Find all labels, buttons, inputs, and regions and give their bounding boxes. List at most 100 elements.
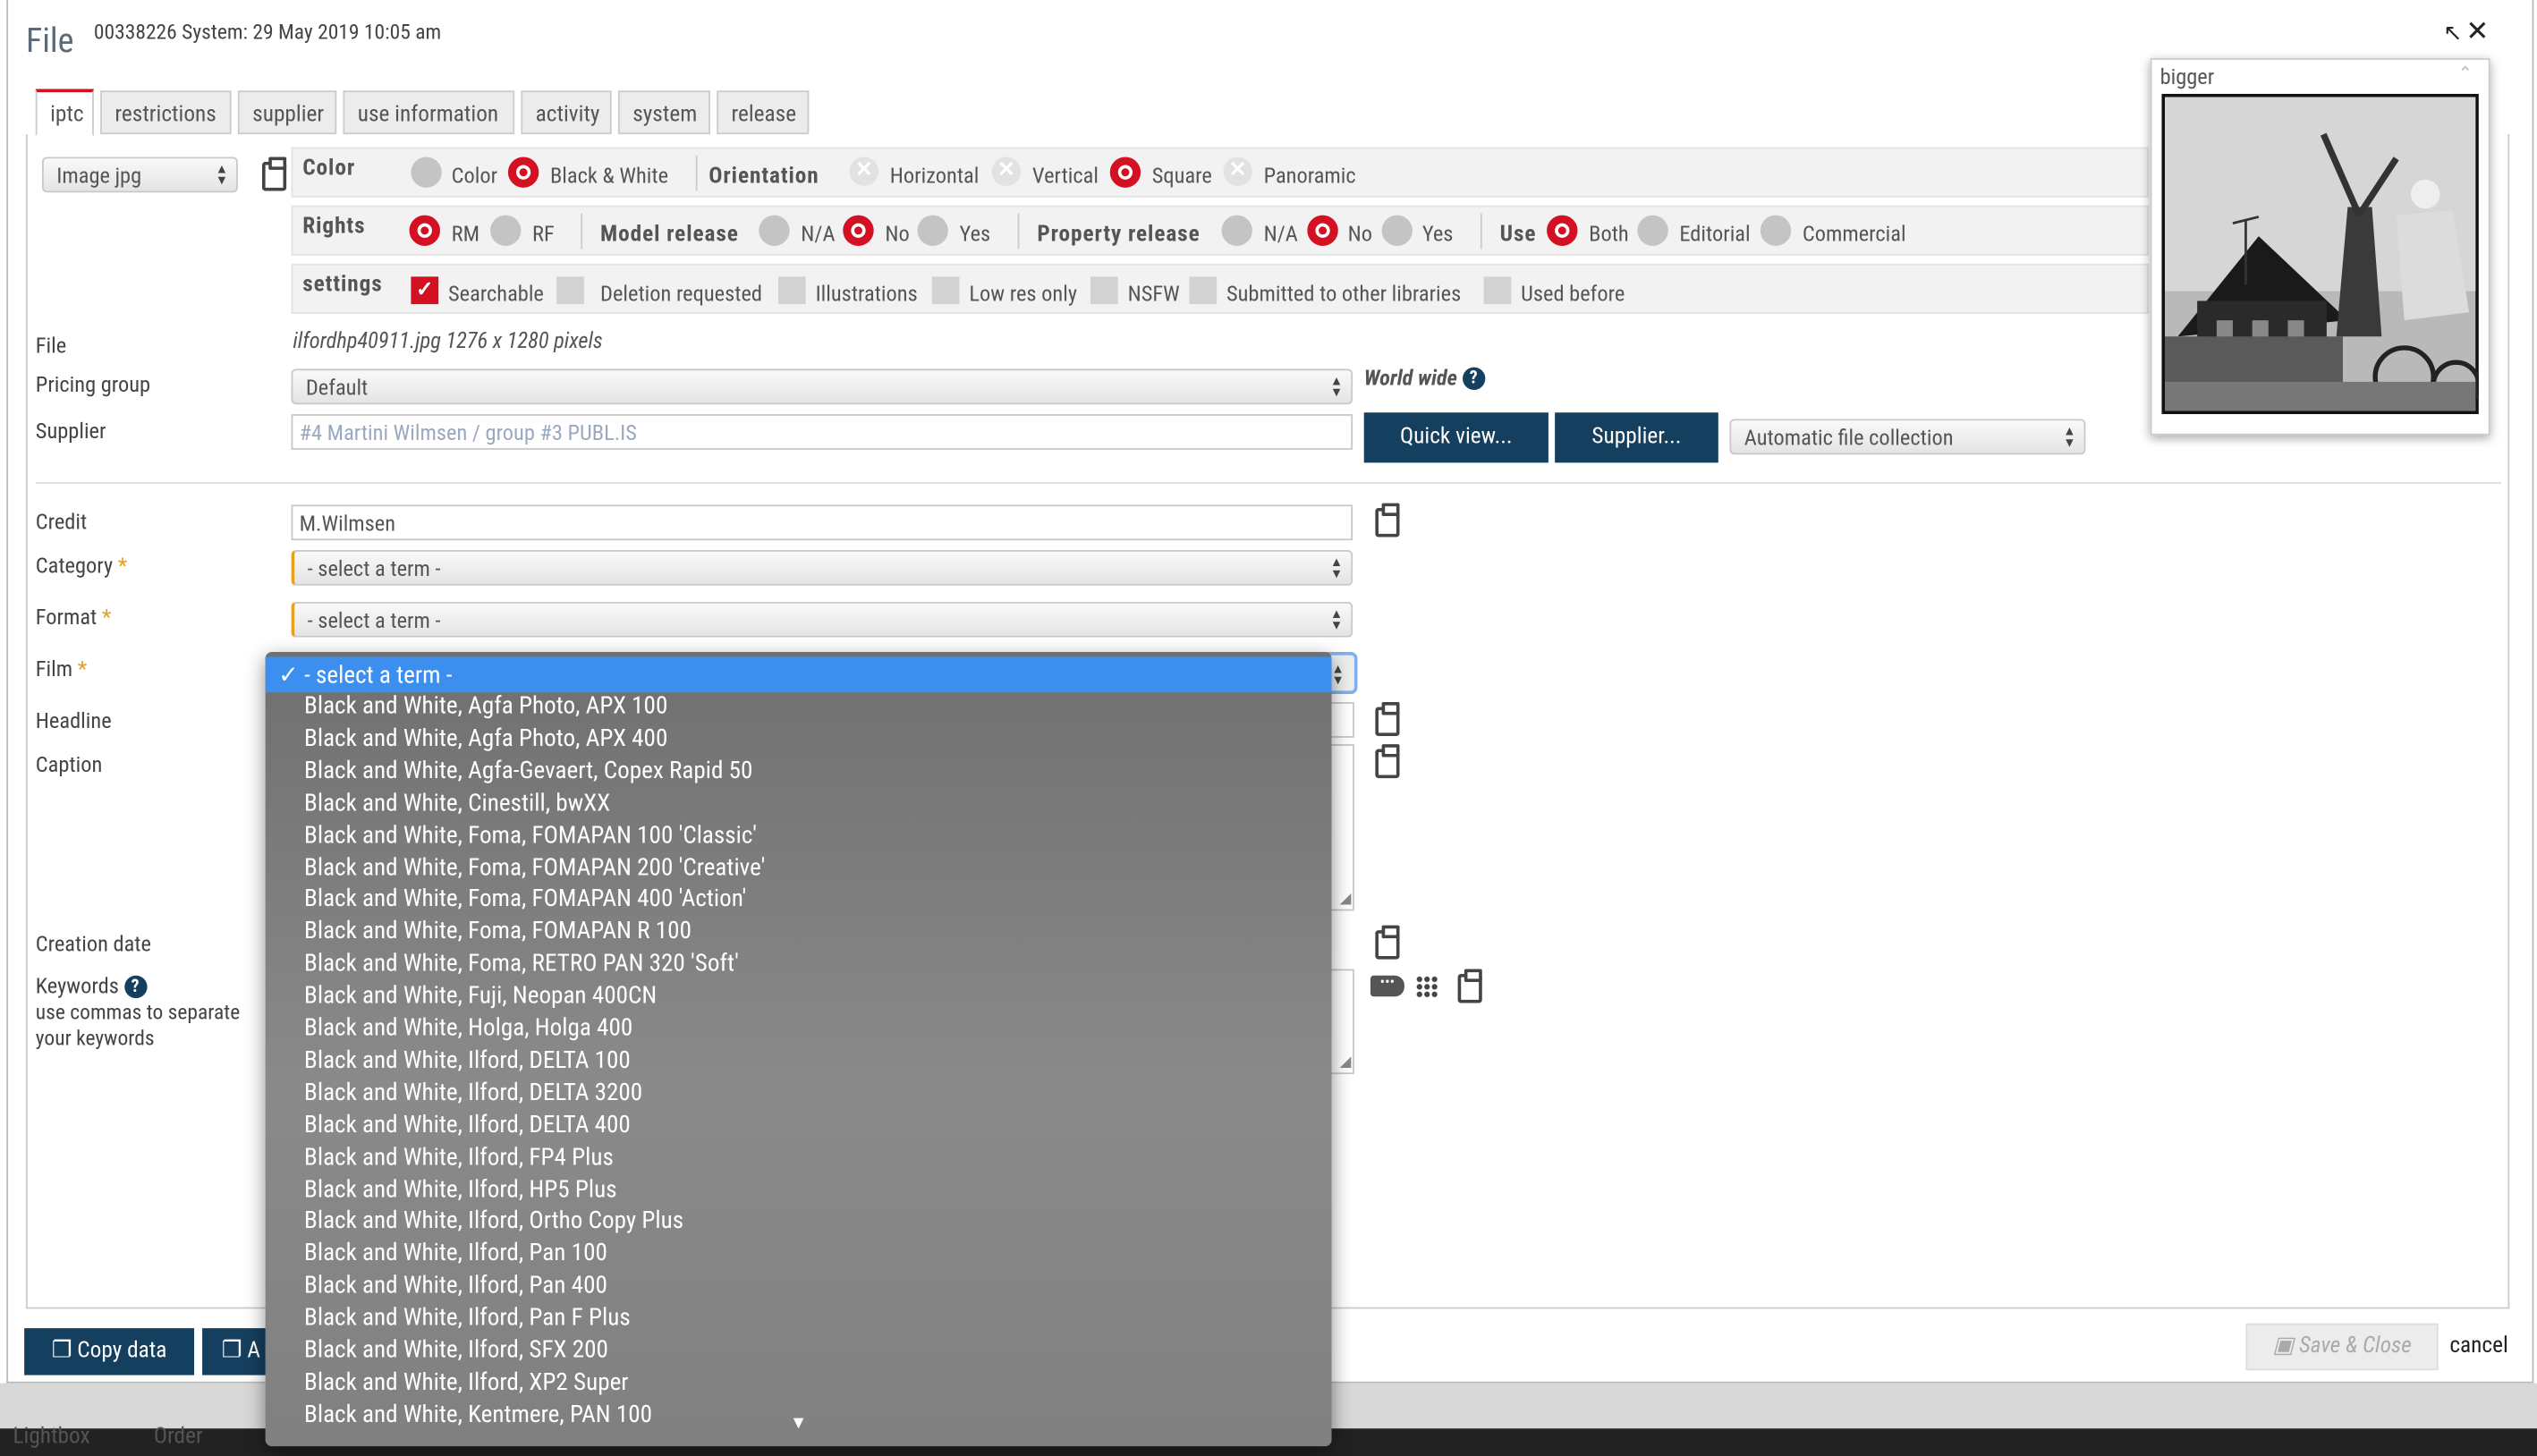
film-option[interactable]: Black and White, Foma, FOMAPAN 100 'Clas… bbox=[304, 819, 757, 849]
tab-restrictions[interactable]: restrictions bbox=[100, 90, 232, 135]
supplier-input[interactable]: #4 Martini Wilmsen / group #3 PUBL.IS bbox=[291, 414, 1353, 450]
photo-thumbnail[interactable] bbox=[2161, 93, 2479, 415]
use-both-radio[interactable] bbox=[1547, 215, 1578, 246]
rf-radio[interactable] bbox=[490, 215, 522, 246]
clipboard-icon[interactable] bbox=[1375, 925, 1400, 960]
file-info: ilfordhp40911.jpg 1276 x 1280 pixels bbox=[293, 328, 603, 355]
panoramic-radio[interactable]: ✕ bbox=[1223, 157, 1252, 187]
film-option[interactable]: Black and White, Ilford, SFX 200 bbox=[304, 1334, 608, 1364]
horizontal-radio[interactable]: ✕ bbox=[849, 157, 879, 187]
chevron-up-icon[interactable]: ⌃ bbox=[2457, 63, 2473, 85]
save-close-button[interactable]: ▣ Save & Close bbox=[2245, 1323, 2439, 1371]
film-option-selected[interactable]: ✓ - select a term - bbox=[265, 656, 1332, 693]
close-icon[interactable]: ✕ bbox=[2465, 16, 2489, 48]
lightbox-link[interactable]: Lightbox bbox=[13, 1424, 89, 1450]
searchable-checkbox[interactable]: ✓ bbox=[411, 276, 439, 305]
credit-input[interactable]: M.Wilmsen bbox=[291, 504, 1353, 541]
property-no-radio[interactable] bbox=[1307, 215, 1338, 246]
film-option[interactable]: Black and White, Ilford, HP5 Plus bbox=[304, 1173, 617, 1203]
format-select[interactable]: - select a term - ▲ ▼ bbox=[291, 601, 1353, 638]
film-option[interactable]: Black and White, Foma, RETRO PAN 320 'So… bbox=[304, 948, 739, 978]
vertical-radio[interactable]: ✕ bbox=[991, 157, 1022, 187]
model-no-radio[interactable] bbox=[843, 215, 874, 246]
film-option[interactable]: Black and White, Foma, FOMAPAN 400 'Acti… bbox=[304, 884, 746, 913]
supplier-button[interactable]: Supplier... bbox=[1555, 412, 1718, 463]
film-option[interactable]: Black and White, Ilford, DELTA 3200 bbox=[304, 1077, 642, 1106]
cancel-link[interactable]: cancel bbox=[2449, 1333, 2507, 1359]
nsfw-checkbox[interactable] bbox=[1090, 276, 1118, 305]
copy-icon: ❐ bbox=[51, 1337, 72, 1364]
film-option[interactable]: Black and White, Ilford, DELTA 400 bbox=[304, 1109, 631, 1139]
film-option[interactable]: Black and White, Agfa-Gevaert, Copex Rap… bbox=[304, 755, 752, 784]
film-option[interactable]: Black and White, Fuji, Neopan 400CN bbox=[304, 980, 657, 1010]
quick-view-button[interactable]: Quick view... bbox=[1363, 412, 1549, 463]
select-arrows-icon: ▲ ▼ bbox=[2063, 423, 2076, 450]
low-res-checkbox[interactable] bbox=[931, 276, 960, 305]
bigger-label[interactable]: bigger bbox=[2160, 64, 2215, 90]
paste-data-button[interactable]: ❐ A bbox=[202, 1328, 276, 1376]
use-editorial-radio[interactable] bbox=[1637, 215, 1668, 246]
scroll-down-arrow-icon[interactable]: ▼ bbox=[266, 1412, 1332, 1434]
grid-icon[interactable] bbox=[1415, 975, 1438, 999]
file-collection-select[interactable]: Automatic file collection ▲ ▼ bbox=[1729, 419, 2086, 455]
film-option[interactable]: Black and White, Cinestill, bwXX bbox=[304, 787, 610, 817]
resize-handle-icon[interactable]: ◢ bbox=[1340, 893, 1352, 908]
clipboard-icon[interactable] bbox=[1375, 744, 1400, 779]
tab-system[interactable]: system bbox=[617, 90, 711, 135]
square-radio[interactable] bbox=[1109, 157, 1141, 188]
use-both-option: Both bbox=[1589, 221, 1629, 248]
model-na-radio[interactable] bbox=[759, 215, 790, 246]
film-option[interactable]: Black and White, Ilford, Pan 100 bbox=[304, 1238, 607, 1267]
used-before-checkbox[interactable] bbox=[1483, 276, 1512, 305]
clipboard-icon[interactable] bbox=[1457, 969, 1482, 1003]
copy-data-button[interactable]: ❐ Copy data bbox=[24, 1328, 195, 1376]
clipboard-icon[interactable] bbox=[1375, 702, 1400, 737]
order-link[interactable]: Order bbox=[154, 1424, 203, 1450]
low-res-label: Low res only bbox=[969, 281, 1078, 308]
square-option: Square bbox=[1151, 163, 1212, 190]
film-option[interactable]: Black and White, Ilford, Ortho Copy Plus bbox=[304, 1206, 683, 1235]
film-option[interactable]: Black and White, Ilford, DELTA 100 bbox=[304, 1045, 631, 1074]
separator bbox=[1017, 213, 1020, 250]
film-option[interactable]: Black and White, Foma, FOMAPAN 200 'Crea… bbox=[304, 851, 765, 881]
pricing-group-select[interactable]: Default ▲ ▼ bbox=[291, 368, 1353, 405]
rm-radio[interactable] bbox=[409, 215, 440, 246]
film-dropdown-menu[interactable]: ✓ - select a term - Black and White, Agf… bbox=[265, 651, 1332, 1447]
category-select[interactable]: - select a term - ▲ ▼ bbox=[291, 550, 1353, 586]
tab-supplier[interactable]: supplier bbox=[237, 90, 337, 135]
resize-handle-icon[interactable]: ◢ bbox=[1340, 1055, 1352, 1071]
keywords-hint-2: your keywords bbox=[35, 1027, 155, 1052]
clipboard-icon[interactable] bbox=[1375, 503, 1400, 538]
tab-activity[interactable]: activity bbox=[521, 90, 612, 135]
tab-iptc[interactable]: iptc bbox=[35, 89, 94, 136]
film-option[interactable]: Black and White, Agfa Photo, APX 400 bbox=[304, 723, 667, 752]
film-option[interactable]: Black and White, Ilford, Pan 400 bbox=[304, 1270, 607, 1299]
bw-radio[interactable] bbox=[507, 157, 539, 188]
tag-icon[interactable]: ••• bbox=[1370, 975, 1404, 997]
color-radio[interactable] bbox=[411, 157, 442, 188]
film-option[interactable]: Black and White, Holga, Holga 400 bbox=[304, 1012, 632, 1042]
film-option[interactable]: Black and White, Ilford, Pan F Plus bbox=[304, 1302, 631, 1332]
clipboard-icon[interactable] bbox=[262, 157, 287, 191]
settings-band: settings ✓ Searchable Deletion requested… bbox=[291, 263, 2149, 314]
property-yes-radio[interactable] bbox=[1381, 215, 1413, 246]
file-type-select[interactable]: Image jpg ▲ ▼ bbox=[42, 157, 238, 193]
required-mark: * bbox=[77, 656, 88, 683]
film-option[interactable]: Black and White, Agfa Photo, APX 100 bbox=[304, 690, 667, 720]
film-option[interactable]: Black and White, Ilford, FP4 Plus bbox=[304, 1141, 614, 1171]
submitted-checkbox[interactable] bbox=[1189, 276, 1218, 305]
film-option[interactable]: Black and White, Foma, FOMAPAN R 100 bbox=[304, 916, 692, 945]
model-yes-radio[interactable] bbox=[917, 215, 948, 246]
help-icon[interactable]: ? bbox=[1462, 367, 1485, 390]
property-na-radio[interactable] bbox=[1221, 215, 1252, 246]
film-option[interactable]: Black and White, Ilford, XP2 Super bbox=[304, 1367, 629, 1396]
tab-use-information[interactable]: use information bbox=[343, 90, 515, 135]
help-icon[interactable]: ? bbox=[123, 975, 147, 999]
save-close-label: Save & Close bbox=[2299, 1333, 2412, 1359]
use-commercial-radio[interactable] bbox=[1760, 215, 1792, 246]
film-option-selected-label: - select a term - bbox=[304, 660, 453, 690]
illustrations-checkbox[interactable] bbox=[777, 276, 806, 305]
tab-release[interactable]: release bbox=[717, 90, 810, 135]
deletion-requested-checkbox[interactable] bbox=[556, 276, 584, 305]
required-mark: * bbox=[117, 553, 128, 580]
